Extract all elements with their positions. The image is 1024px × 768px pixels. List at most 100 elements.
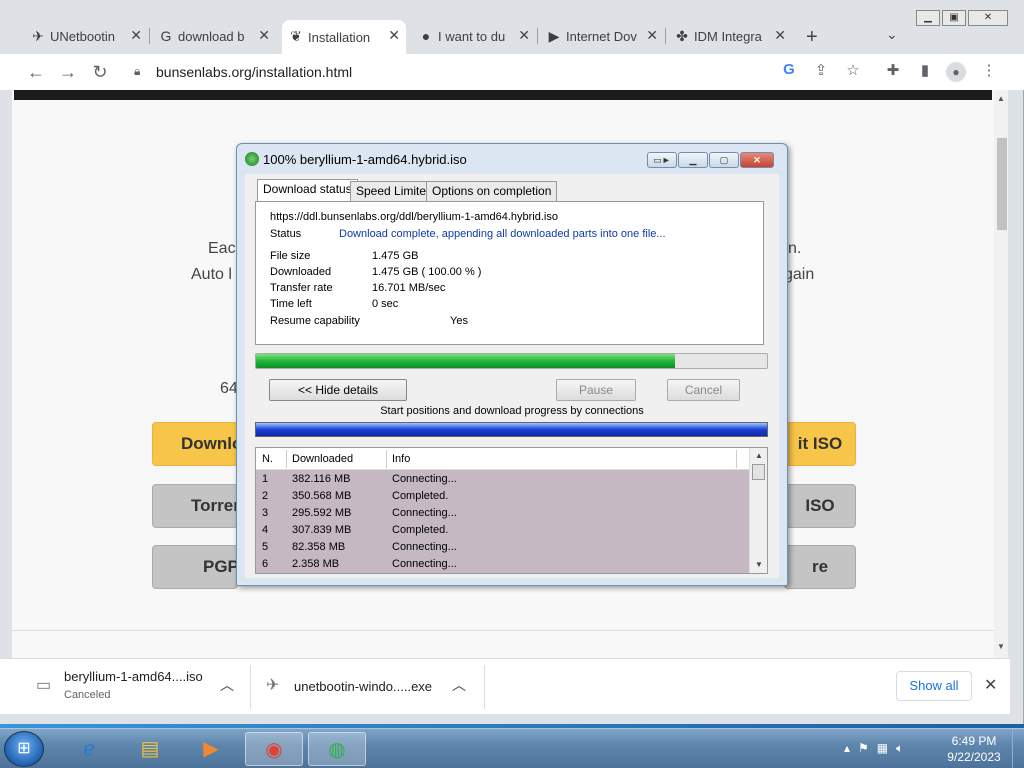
address-bar[interactable]: 🔒︎ bunsenlabs.org/installation.html [122, 58, 878, 86]
back-button[interactable]: ← [24, 60, 48, 84]
volume-icon[interactable]: 🔈︎ [896, 741, 903, 756]
download-iso-button-right[interactable]: it ISO [784, 422, 856, 466]
clock-date: 9/22/2023 [947, 750, 1001, 764]
clock[interactable]: 6:49 PM 9/22/2023 [942, 733, 1006, 765]
table-row[interactable]: 3 295.592 MB Connecting... [256, 505, 749, 522]
chevron-down-icon[interactable]: ⌄ [886, 26, 898, 43]
signature-button-right[interactable]: re [784, 545, 856, 589]
send-to-tray-button[interactable]: ▭► [647, 152, 677, 168]
show-desktop-button[interactable] [1012, 729, 1024, 768]
chrome-icon[interactable]: ◉ [245, 732, 303, 766]
reload-button[interactable]: ↻ [88, 60, 112, 84]
browser-tab[interactable]: ❦ Installation ✕ [282, 20, 406, 54]
column-divider[interactable] [286, 450, 287, 468]
side-panel-icon[interactable]: ▮ [914, 61, 936, 83]
new-tab-button[interactable]: + [806, 26, 818, 49]
chevron-up-icon[interactable]: ︿ [452, 675, 466, 695]
cell-info: Connecting... [392, 473, 457, 485]
close-icon[interactable]: ✕ [984, 675, 997, 695]
torrent-iso-button-right[interactable]: ISO [784, 484, 856, 528]
close-window-button[interactable]: ✕ [968, 10, 1008, 26]
tab-options-on-completion[interactable]: Options on completion [426, 181, 558, 201]
action-center-icon[interactable]: ⚑ [858, 741, 869, 756]
torrent-button[interactable]: Torren [152, 484, 244, 528]
start-button[interactable]: ⊞ [4, 731, 44, 767]
page-text: Auto l [191, 266, 232, 283]
table-scrollbar[interactable]: ▲ ▼ [749, 448, 767, 573]
maximize-button[interactable]: ▣ [942, 10, 966, 26]
cell-downloaded: 82.358 MB [292, 541, 346, 553]
button-label: PGP [203, 557, 239, 576]
column-header-n[interactable]: N. [262, 453, 273, 465]
profile-avatar-icon[interactable]: ● [946, 62, 966, 82]
maximize-button[interactable]: ▢ [709, 152, 739, 168]
browser-tab[interactable]: ✤ IDM Integra ✕ [668, 20, 792, 52]
table-row[interactable]: 6 2.358 MB Connecting... [256, 556, 749, 573]
tab-title: Installation [308, 29, 371, 45]
tab-speed-limiter[interactable]: Speed Limiter [350, 181, 437, 201]
table-row[interactable]: 2 350.568 MB Completed. [256, 488, 749, 505]
minimize-button[interactable]: ▁ [678, 152, 708, 168]
forward-button[interactable]: → [56, 60, 80, 84]
time-left-value: 0 sec [372, 298, 399, 310]
scroll-up-icon[interactable]: ▲ [997, 94, 1005, 103]
close-tab-icon[interactable]: ✕ [130, 27, 142, 44]
tab-download-status[interactable]: Download status [257, 179, 358, 202]
browser-tab[interactable]: Gdownload b ✕ [152, 20, 276, 52]
file-icon: ▭ [36, 677, 52, 694]
browser-tab[interactable]: ▶ Internet Dov ✕ [540, 20, 664, 52]
share-icon[interactable]: ⇪ [810, 61, 832, 83]
media-player-icon[interactable]: ▶ [182, 732, 240, 766]
column-divider[interactable] [386, 450, 387, 468]
table-row[interactable]: 4 307.839 MB Completed. [256, 522, 749, 539]
url-text: bunsenlabs.org/installation.html [156, 64, 353, 80]
close-tab-icon[interactable]: ✕ [518, 27, 530, 44]
column-header-info[interactable]: Info [392, 453, 410, 465]
google-lens-icon[interactable]: G [778, 61, 800, 83]
download-item[interactable]: ✈ unetbootin-windo.....exe ︿ [266, 665, 476, 709]
download-item[interactable]: ▭ beryllium-1-amd64....iso Canceled ︿ [36, 665, 236, 709]
pgp-button[interactable]: PGP [152, 545, 239, 589]
menu-kebab-icon[interactable]: ⋮ [978, 61, 1000, 83]
close-dialog-button[interactable]: ✕ [740, 152, 774, 168]
close-tab-icon[interactable]: ✕ [388, 27, 400, 44]
browser-tab[interactable]: ● I want to du ✕ [412, 20, 536, 52]
idm-taskbar-icon[interactable]: ◍ [308, 732, 366, 766]
idm-download-dialog: 100% beryllium-1-amd64.hybrid.iso ▭► ▁ ▢… [236, 143, 788, 586]
play-icon: ▶ [548, 28, 560, 44]
bookmark-star-icon[interactable]: ☆ [842, 61, 864, 83]
column-header-downloaded[interactable]: Downloaded [292, 453, 353, 465]
cell-n: 4 [262, 524, 269, 536]
table-row[interactable]: 1 382.116 MB Connecting... [256, 471, 749, 488]
show-hidden-icons-icon[interactable]: ▴ [844, 741, 850, 756]
scrollbar-thumb[interactable] [752, 464, 765, 480]
close-tab-icon[interactable]: ✕ [258, 27, 270, 44]
close-tab-icon[interactable]: ✕ [646, 27, 658, 44]
internet-explorer-icon[interactable]: ℯ [60, 732, 118, 766]
extensions-icon[interactable]: ✚ [882, 61, 904, 83]
chevron-up-icon[interactable]: ︿ [220, 675, 234, 695]
pause-button[interactable]: Pause [556, 379, 636, 401]
table-row[interactable]: 5 82.358 MB Connecting... [256, 539, 749, 556]
scroll-down-icon[interactable]: ▼ [997, 642, 1005, 651]
cancel-button[interactable]: Cancel [667, 379, 740, 401]
browser-tab[interactable]: ✈ UNetbootin ✕ [24, 20, 148, 52]
scrollbar-thumb[interactable] [997, 138, 1007, 230]
scroll-down-icon[interactable]: ▼ [755, 560, 763, 569]
hide-details-button[interactable]: << Hide details [269, 379, 407, 401]
close-tab-icon[interactable]: ✕ [774, 27, 786, 44]
show-all-button[interactable]: Show all [896, 671, 972, 701]
download-iso-button[interactable]: Downlo [152, 422, 242, 466]
file-explorer-icon[interactable]: ▤ [121, 732, 179, 766]
minimize-button[interactable]: ▁ [916, 10, 940, 26]
divider [484, 665, 485, 709]
page-text: n. [788, 240, 802, 257]
page-scrollbar[interactable]: ▲ ▼ [994, 90, 1008, 658]
network-icon[interactable]: ▦ [877, 741, 888, 756]
scroll-up-icon[interactable]: ▲ [755, 451, 763, 460]
window-controls: ▁ ▣ ✕ [916, 10, 1008, 26]
cell-info: Connecting... [392, 558, 457, 570]
column-divider[interactable] [736, 450, 737, 468]
download-filename: unetbootin-windo.....exe [294, 679, 433, 694]
cell-info: Connecting... [392, 541, 457, 553]
